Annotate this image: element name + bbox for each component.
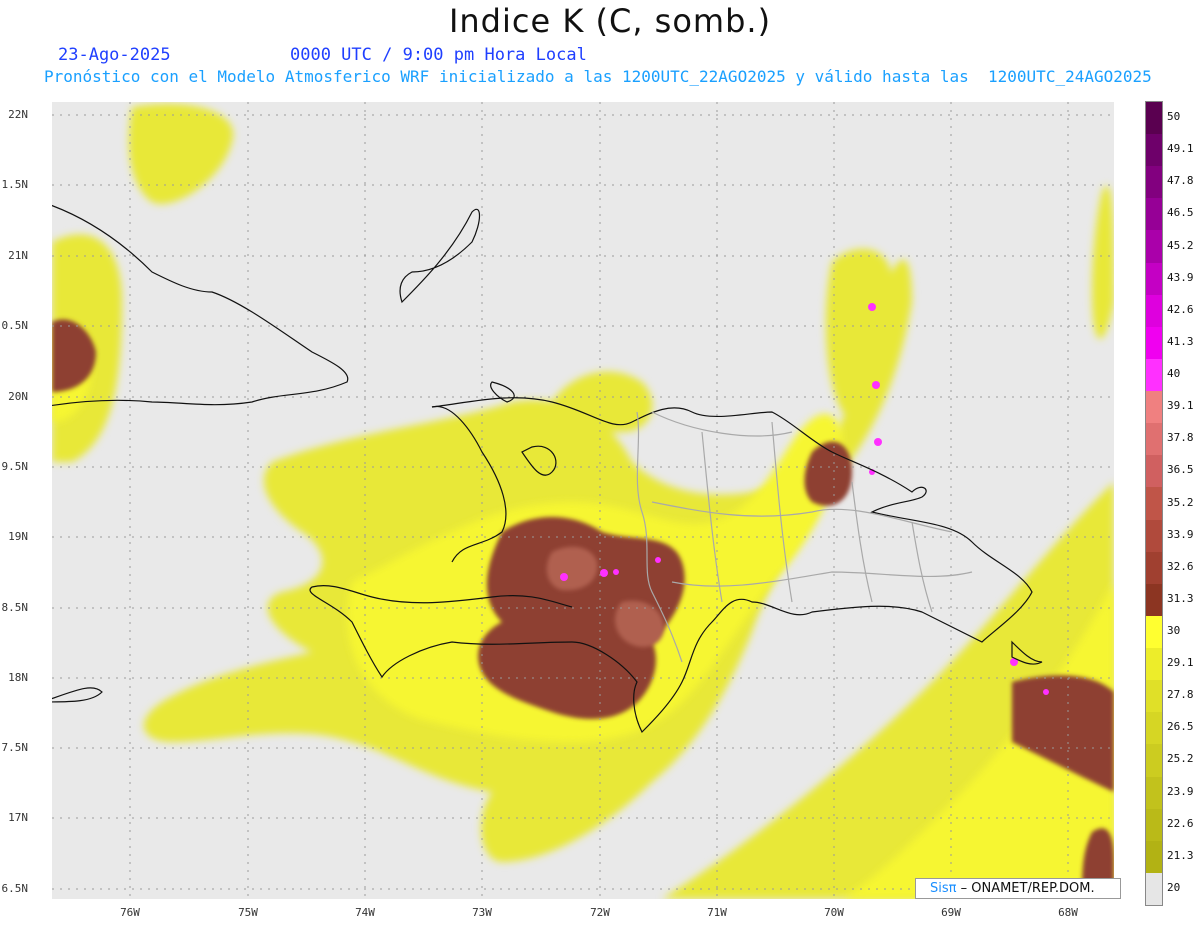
- colorbar-label: 22.6: [1167, 816, 1194, 830]
- colorbar-segment: [1146, 326, 1162, 360]
- lon-label: 73W: [472, 906, 492, 919]
- colorbar-segment: [1146, 583, 1162, 617]
- chart-title: Indice K (C, somb.): [448, 2, 772, 40]
- colorbar-label: 46.5: [1167, 206, 1194, 220]
- colorbar-segment: [1146, 776, 1162, 810]
- colorbar-segment: [1146, 198, 1162, 231]
- colorbar-label: 47.8: [1167, 174, 1194, 188]
- colorbar-label: 45.2: [1167, 238, 1194, 252]
- colorbar-segment: [1146, 872, 1162, 906]
- credit-text: – ONAMET/REP.DOM.: [960, 881, 1095, 896]
- credit-box: Sisπ – ONAMET/REP.DOM.: [915, 878, 1121, 899]
- forecast-time: 0000 UTC / 9:00 pm Hora Local: [290, 45, 587, 65]
- forecast-date: 23-Ago-2025: [58, 45, 171, 65]
- lon-label: 69W: [941, 906, 961, 919]
- colorbar-label: 30: [1167, 623, 1181, 637]
- lat-label: 22N: [8, 108, 28, 121]
- lat-label: 20N: [8, 390, 28, 403]
- lat-label: 1.5N: [1, 178, 29, 191]
- colorbar-label: 33.9: [1167, 527, 1194, 541]
- colorbar-label: 43.9: [1167, 270, 1194, 284]
- colorbar-label: 23.9: [1167, 784, 1194, 798]
- colorbar-segment: [1146, 391, 1162, 424]
- lon-label: 71W: [707, 906, 727, 919]
- colorbar-label: 25.2: [1167, 752, 1194, 766]
- colorbar-segment: [1146, 423, 1162, 456]
- lat-label: 19N: [8, 530, 28, 543]
- colorbar-segment: [1146, 615, 1162, 649]
- colorbar-segment: [1146, 680, 1162, 713]
- colorbar-label: 42.6: [1167, 302, 1194, 316]
- colorbar-label: 27.8: [1167, 688, 1194, 702]
- colorbar-segment: [1146, 519, 1162, 553]
- lat-label: 6.5N: [1, 882, 29, 895]
- colorbar-label: 31.3: [1167, 591, 1194, 605]
- lon-label: 75W: [238, 906, 258, 919]
- colorbar-label: 35.2: [1167, 495, 1194, 509]
- lat-label: 8.5N: [1, 601, 29, 614]
- colorbar-label: 50: [1167, 110, 1181, 124]
- colorbar-segment: [1146, 358, 1162, 392]
- colorbar-segment: [1146, 134, 1162, 167]
- lat-label: 9.5N: [1, 460, 29, 473]
- lon-label: 70W: [824, 906, 844, 919]
- colorbar-label: 40: [1167, 367, 1181, 381]
- lon-label: 72W: [590, 906, 610, 919]
- lat-label: 17N: [8, 811, 28, 824]
- colorbar-segment: [1146, 102, 1162, 135]
- colorbar-segment: [1146, 230, 1162, 264]
- sispi-logo: Sisπ: [930, 881, 957, 896]
- lon-label: 76W: [120, 906, 140, 919]
- colorbar-label: 41.3: [1167, 334, 1194, 348]
- colorbar-label: 21.3: [1167, 848, 1194, 862]
- colorbar-label: 32.6: [1167, 559, 1194, 573]
- colorbar-label: 39.1: [1167, 399, 1194, 413]
- colorbar-segment: [1146, 166, 1162, 199]
- colorbar-label: 49.1: [1167, 142, 1194, 156]
- k-index-low-zone: [52, 103, 1114, 899]
- forecast-subtitle: Pronóstico con el Modelo Atmosferico WRF…: [44, 67, 1152, 86]
- lon-label: 68W: [1058, 906, 1078, 919]
- colorbar-label: 36.5: [1167, 463, 1194, 477]
- lat-label: 18N: [8, 671, 28, 684]
- colorbar-segment: [1146, 262, 1162, 296]
- colorbar-segment: [1146, 551, 1162, 585]
- colorbar-segment: [1146, 455, 1162, 488]
- colorbar-label: 37.8: [1167, 431, 1194, 445]
- colorbar-segment: [1146, 294, 1162, 328]
- weather-map: [52, 102, 1114, 899]
- colorbar-label: 26.5: [1167, 720, 1194, 734]
- lon-label: 74W: [355, 906, 375, 919]
- colorbar-label: 20: [1167, 880, 1181, 894]
- colorbar: [1145, 101, 1163, 906]
- colorbar-segment: [1146, 648, 1162, 681]
- colorbar-segment: [1146, 808, 1162, 842]
- lat-label: 0.5N: [1, 319, 29, 332]
- colorbar-label: 29.1: [1167, 656, 1194, 670]
- colorbar-segment: [1146, 744, 1162, 777]
- colorbar-segment: [1146, 840, 1162, 874]
- lat-label: 21N: [8, 249, 28, 262]
- lat-label: 7.5N: [1, 741, 29, 754]
- colorbar-segment: [1146, 712, 1162, 745]
- colorbar-segment: [1146, 487, 1162, 521]
- map-field-layer: [52, 102, 1114, 899]
